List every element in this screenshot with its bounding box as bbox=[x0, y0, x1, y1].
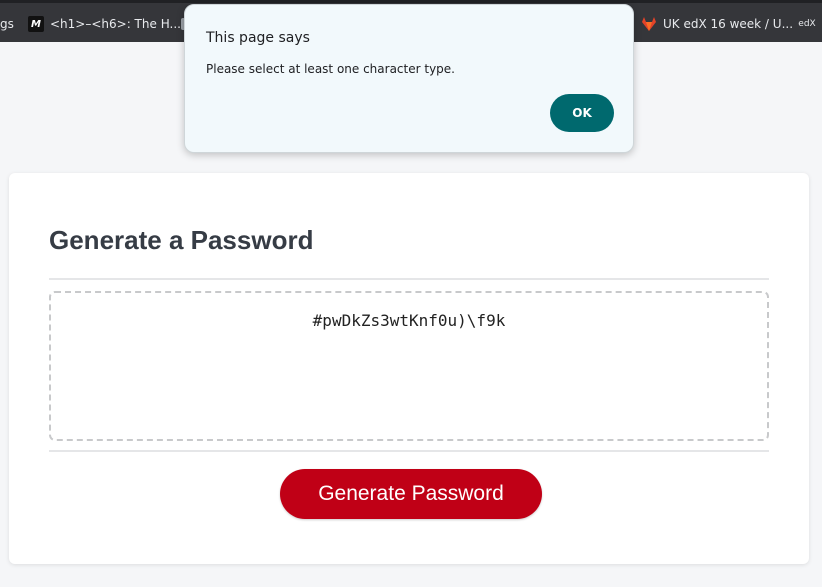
ok-button[interactable]: OK bbox=[550, 94, 614, 132]
dialog-title: This page says bbox=[206, 30, 310, 46]
gitlab-icon bbox=[641, 16, 657, 32]
bookmark-label: UK edX 16 week / U... bbox=[663, 17, 794, 31]
password-output[interactable]: #pwDkZs3wtKnf0u)\f9k bbox=[49, 291, 769, 441]
mdn-icon: M bbox=[28, 16, 44, 32]
password-generator-card: Generate a Password #pwDkZs3wtKnf0u)\f9k… bbox=[9, 173, 809, 564]
bookmark-label: <h1>–<h6>: The H... bbox=[50, 17, 181, 31]
divider bbox=[49, 450, 769, 452]
alert-dialog: This page says Please select at least on… bbox=[184, 4, 634, 153]
bookmark-label: gs bbox=[0, 17, 14, 31]
card-title: Generate a Password bbox=[49, 225, 314, 255]
divider bbox=[49, 278, 769, 280]
bookmark-edx[interactable]: edX bbox=[798, 3, 816, 45]
generate-password-button[interactable]: Generate Password bbox=[280, 469, 542, 519]
bookmark-item[interactable]: gs bbox=[0, 3, 14, 45]
bookmark-gitlab-edx[interactable]: UK edX 16 week / U... bbox=[641, 3, 793, 45]
password-text: #pwDkZs3wtKnf0u)\f9k bbox=[312, 311, 506, 330]
edx-icon: edX bbox=[798, 19, 816, 29]
dialog-message: Please select at least one character typ… bbox=[206, 62, 455, 76]
bookmark-mdn-headings[interactable]: M <h1>–<h6>: The H... bbox=[28, 3, 181, 45]
